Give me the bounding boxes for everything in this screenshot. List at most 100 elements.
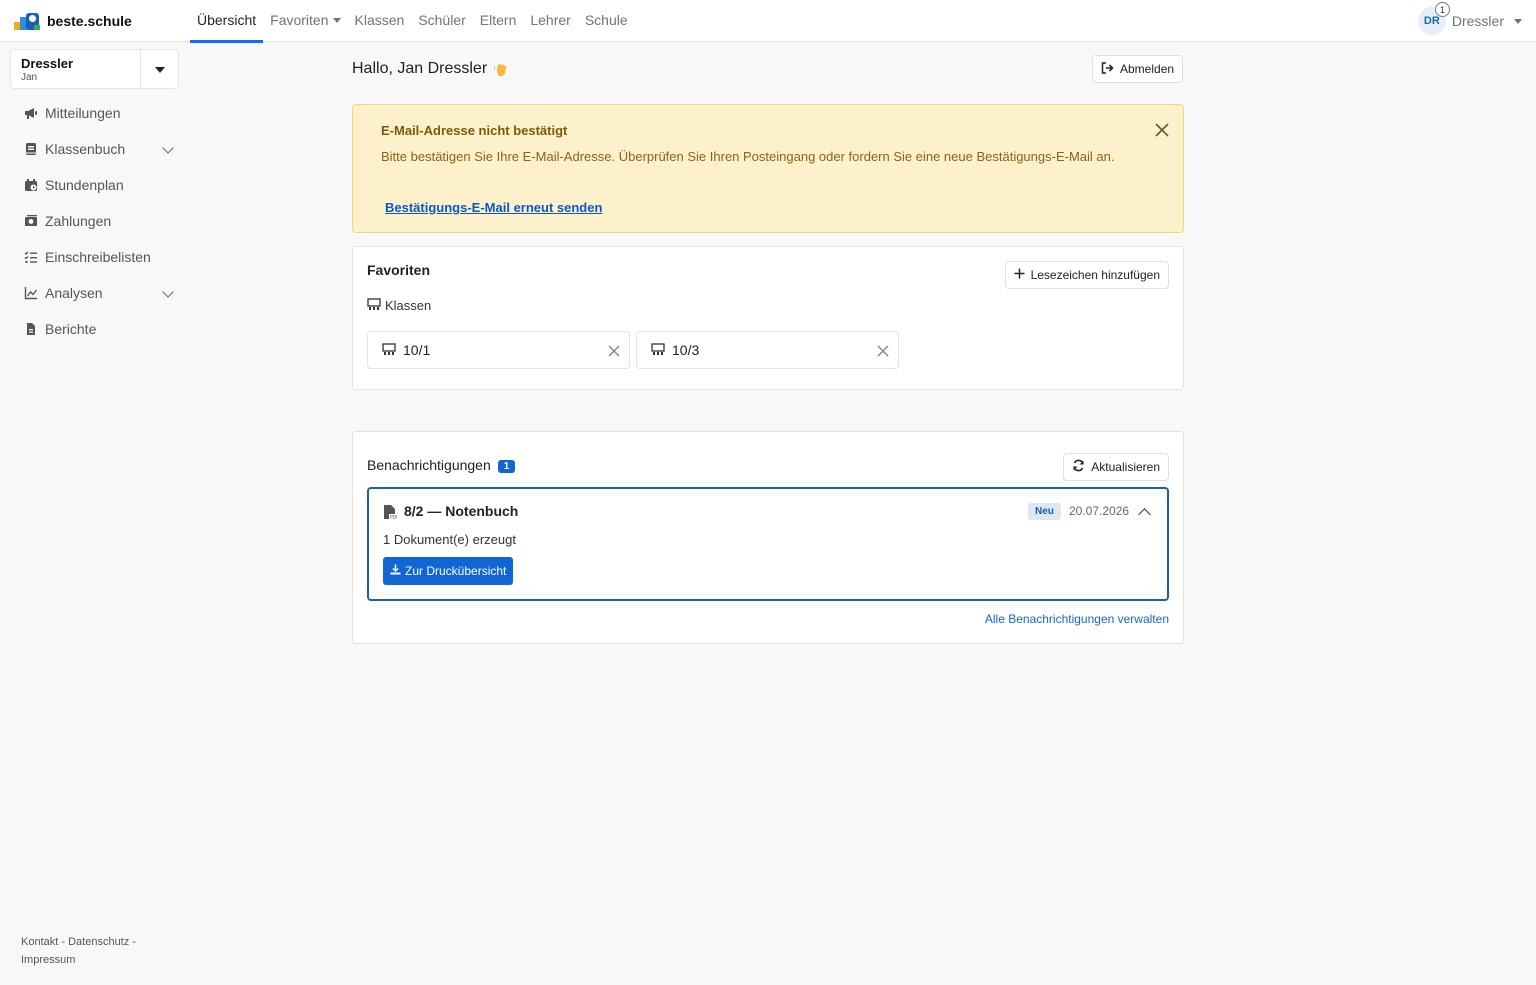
greeting-text: Hallo, Jan Dressler — [352, 60, 488, 77]
add-bookmark-button[interactable]: Lesezeichen hinzufügen — [1004, 261, 1169, 289]
waving-hand-icon — [493, 61, 509, 77]
refresh-button[interactable]: Aktualisieren — [1063, 453, 1169, 481]
print-overview-label: Zur Druckübersicht — [405, 564, 507, 578]
nav-label: Eltern — [479, 12, 517, 28]
classroom-icon — [651, 342, 665, 358]
notifications-count-badge: 1 — [497, 460, 516, 473]
print-overview-button[interactable]: Zur Druckübersicht — [383, 557, 514, 585]
user-name: Dressler — [1451, 13, 1504, 29]
profile-name: Dressler — [21, 56, 74, 71]
footer-link-kontakt[interactable]: Kontakt — [21, 936, 58, 948]
money-icon — [24, 214, 38, 228]
user-menu[interactable]: DR 1 Dressler — [1417, 2, 1522, 35]
list-check-icon — [24, 250, 38, 264]
favorite-item[interactable]: 10/1 — [367, 331, 630, 369]
notifications-title: Benachrichtigungen 1 — [367, 457, 516, 473]
avatar-initials: DR — [1423, 15, 1440, 27]
nav-item-lehrer[interactable]: Lehrer — [523, 0, 577, 42]
notification-title: 8/2 — Notenbuch — [404, 503, 519, 519]
sidebar-item-label: Mitteilungen — [45, 105, 121, 121]
footer-link-impressum[interactable]: Impressum — [21, 954, 75, 966]
avatar[interactable]: DR 1 — [1417, 2, 1450, 35]
sidebar-item-label: Zahlungen — [45, 213, 112, 229]
close-icon[interactable] — [877, 344, 889, 357]
logout-button[interactable]: Abmelden — [1092, 55, 1184, 83]
sidebar-menu: Mitteilungen Klassenbuch Stundenplan Zah… — [10, 95, 180, 347]
alert-text: Bitte bestätigen Sie Ihre E-Mail-Adresse… — [381, 149, 1115, 164]
nav-label: Schule — [584, 12, 628, 28]
megaphone-icon — [24, 106, 38, 120]
nav-label: Lehrer — [530, 12, 571, 28]
email-verification-alert: E-Mail-Adresse nicht bestätigt Bitte bes… — [352, 104, 1184, 233]
manage-notifications-link[interactable]: Alle Benachrichtigungen verwalten — [985, 612, 1169, 626]
favorite-label: 10/3 — [672, 342, 700, 358]
refresh-icon — [1072, 459, 1085, 475]
logout-icon — [1101, 61, 1114, 77]
nav-label: Favoriten — [270, 12, 329, 28]
chevron-down-icon — [162, 286, 174, 298]
classroom-icon — [382, 342, 396, 358]
caret-down-icon — [1514, 18, 1522, 24]
add-bookmark-label: Lesezeichen hinzufügen — [1030, 268, 1160, 282]
sidebar-item-label: Stundenplan — [45, 177, 124, 193]
favorite-label: 10/1 — [403, 342, 431, 358]
notification-count-badge: 1 — [1434, 2, 1450, 17]
notifications-card: Benachrichtigungen 1 Aktualisieren PDF 8/… — [352, 431, 1184, 644]
sidebar-item-mitteilungen[interactable]: Mitteilungen — [10, 95, 180, 131]
nav-label: Schüler — [418, 12, 466, 28]
top-navbar: beste.schule Übersicht Favoriten Klassen… — [0, 0, 1536, 43]
brand[interactable]: beste.schule — [14, 10, 132, 32]
nav-item-favoriten[interactable]: Favoriten — [263, 0, 347, 42]
sidebar-item-berichte[interactable]: Berichte — [10, 311, 180, 347]
notification-item[interactable]: PDF 8/2 — Notenbuch Neu 20.07.2026 1 Dok… — [367, 487, 1169, 601]
footer-separator: - — [129, 936, 136, 948]
sidebar-item-label: Einschreibelisten — [45, 249, 151, 265]
favorites-group: Klassen — [367, 298, 431, 313]
file-pdf-icon: PDF — [383, 504, 399, 521]
svg-text:PDF: PDF — [390, 515, 397, 521]
sidebar-item-klassenbuch[interactable]: Klassenbuch — [10, 131, 180, 167]
sidebar-item-einschreibelisten[interactable]: Einschreibelisten — [10, 239, 180, 275]
favorites-card: Favoriten Lesezeichen hinzufügen Klassen… — [352, 246, 1184, 390]
logo-icon — [14, 12, 40, 30]
favorites-title: Favoriten — [367, 262, 431, 278]
close-icon[interactable] — [608, 344, 620, 357]
profile-sub: Jan — [21, 72, 38, 83]
notification-date: 20.07.2026 — [1069, 504, 1130, 518]
chart-line-icon — [24, 286, 38, 300]
nav-item-klassen[interactable]: Klassen — [348, 0, 412, 42]
brand-name: beste.schule — [47, 13, 132, 29]
main-nav: Übersicht Favoriten Klassen Schüler Elte… — [190, 0, 635, 43]
favorite-item[interactable]: 10/3 — [636, 331, 899, 369]
sidebar-item-label: Berichte — [45, 321, 97, 337]
download-icon — [390, 564, 401, 578]
nav-item-schueler[interactable]: Schüler — [411, 0, 472, 42]
favorites-group-label: Klassen — [385, 298, 432, 313]
nav-item-eltern[interactable]: Eltern — [473, 0, 524, 42]
nav-item-uebersicht[interactable]: Übersicht — [190, 0, 264, 43]
sidebar-item-analysen[interactable]: Analysen — [10, 275, 180, 311]
chevron-down-icon — [162, 142, 174, 154]
nav-label: Übersicht — [197, 12, 257, 28]
footer-separator: - — [58, 936, 69, 948]
page-greeting: Hallo, Jan Dressler — [352, 60, 509, 78]
sidebar-item-zahlungen[interactable]: Zahlungen — [10, 203, 180, 239]
resend-verification-link[interactable]: Bestätigungs-E-Mail erneut senden — [385, 200, 602, 215]
logout-label: Abmelden — [1120, 62, 1175, 76]
classroom-icon — [367, 298, 381, 313]
alert-title: E-Mail-Adresse nicht bestätigt — [381, 123, 568, 138]
footer-links: Kontakt - Datenschutz - Impressum — [21, 933, 161, 969]
profile-dropdown-toggle[interactable] — [140, 50, 178, 88]
chevron-up-icon[interactable] — [1138, 508, 1151, 521]
profile-select[interactable]: Dressler Jan — [10, 49, 179, 89]
close-icon[interactable] — [1153, 121, 1171, 139]
nav-item-schule[interactable]: Schule — [578, 0, 635, 42]
footer-link-datenschutz[interactable]: Datenschutz — [68, 936, 129, 948]
refresh-label: Aktualisieren — [1091, 460, 1160, 474]
notification-description: 1 Dokument(e) erzeugt — [383, 532, 516, 547]
sidebar-item-label: Analysen — [45, 285, 103, 301]
file-icon — [24, 322, 38, 336]
calendar-icon — [24, 178, 38, 192]
book-icon — [24, 142, 38, 156]
sidebar-item-stundenplan[interactable]: Stundenplan — [10, 167, 180, 203]
